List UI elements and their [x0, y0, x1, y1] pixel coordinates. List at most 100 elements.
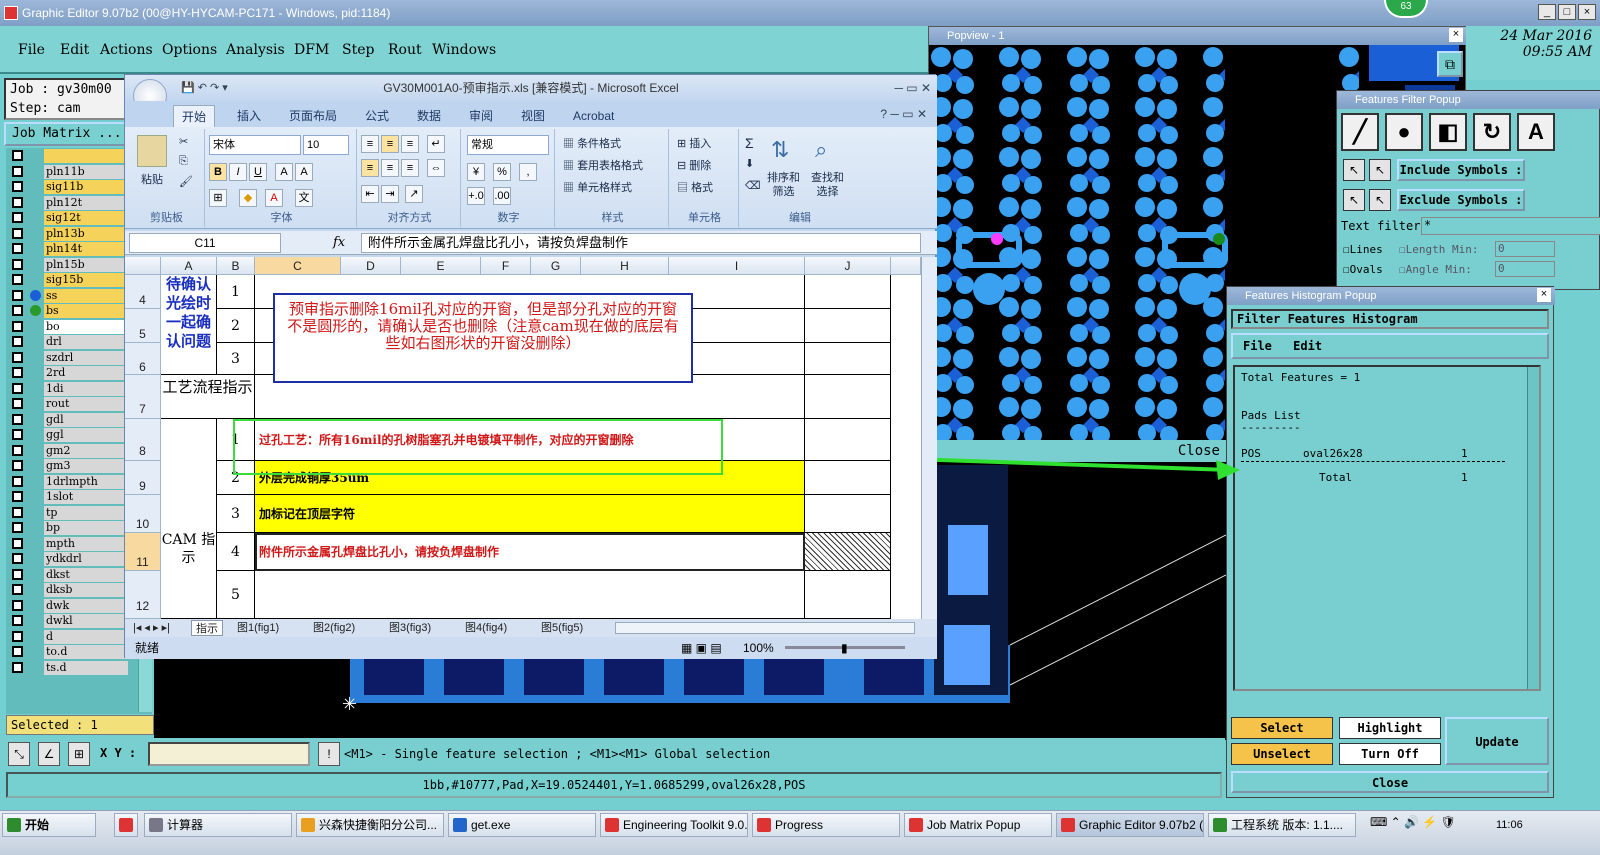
- layer-checkbox[interactable]: [12, 320, 23, 332]
- menu-edit[interactable]: Edit: [60, 42, 89, 58]
- delete-cells-button[interactable]: ⊟ 删除: [677, 157, 711, 173]
- row-header-12[interactable]: 12: [125, 571, 161, 619]
- number-format-select[interactable]: 常规: [467, 135, 549, 155]
- layer-checkbox[interactable]: [12, 336, 23, 347]
- col-header-a[interactable]: A: [161, 257, 217, 275]
- layer-checkbox[interactable]: [12, 413, 23, 425]
- xy-input[interactable]: [148, 742, 310, 766]
- sheet-vscroll[interactable]: [921, 257, 937, 619]
- col-header-f[interactable]: F: [481, 257, 531, 275]
- merge-icon[interactable]: ⇔: [427, 159, 445, 177]
- layer-checkbox[interactable]: [12, 258, 23, 270]
- layer-name[interactable]: drl: [44, 335, 128, 349]
- col-header-k[interactable]: [891, 257, 921, 275]
- layer-name[interactable]: dwk: [44, 598, 128, 613]
- clear-icon[interactable]: ⌫: [745, 179, 761, 192]
- layer-name[interactable]: dkst: [44, 567, 128, 582]
- paste-label[interactable]: 粘贴: [141, 171, 163, 187]
- layer-name[interactable]: pln13b: [44, 226, 128, 241]
- layer-name[interactable]: ggl: [44, 428, 128, 442]
- layer-checkbox[interactable]: [12, 584, 23, 595]
- layer-checkbox[interactable]: [12, 599, 23, 611]
- layer-checkbox[interactable]: [12, 444, 23, 456]
- ovals-checkbox[interactable]: ☐Ovals: [1343, 263, 1383, 276]
- include-symbols-label[interactable]: Include Symbols :: [1397, 159, 1525, 181]
- col-header-j[interactable]: J: [805, 257, 891, 275]
- include-arrow-icon[interactable]: ↖: [1343, 159, 1365, 181]
- find-select-icon[interactable]: ⌕: [815, 137, 827, 163]
- currency-icon[interactable]: ¥: [467, 163, 485, 181]
- layer-name[interactable]: pln12t: [44, 195, 128, 210]
- surface-filter-icon[interactable]: ◧: [1429, 113, 1467, 151]
- fill-icon[interactable]: ⬇: [745, 157, 754, 170]
- layer-name[interactable]: ydkdrl: [44, 552, 128, 566]
- text-filter-icon[interactable]: A: [1517, 113, 1555, 151]
- cell-j4[interactable]: [805, 275, 891, 309]
- layer-checkbox[interactable]: [12, 475, 23, 487]
- task-calculator[interactable]: 计算器: [144, 813, 292, 837]
- layer-name[interactable]: 2rd: [44, 366, 128, 380]
- layer-name[interactable]: 1drlmpth: [44, 474, 128, 489]
- layer-checkbox[interactable]: [12, 305, 23, 316]
- layer-checkbox[interactable]: [12, 429, 23, 440]
- col-header-b[interactable]: B: [217, 257, 255, 275]
- font-color-icon[interactable]: A: [265, 189, 283, 207]
- turn-off-button[interactable]: Turn Off: [1339, 743, 1441, 765]
- arc-filter-icon[interactable]: ↻: [1473, 113, 1511, 151]
- layer-name[interactable]: szdrl: [44, 350, 128, 365]
- exclude-arrow2-icon[interactable]: ↖: [1369, 189, 1391, 211]
- format-cells-button[interactable]: ▤ 格式: [677, 179, 713, 195]
- insert-cells-button[interactable]: ⊞ 插入: [677, 135, 711, 151]
- cell-j12[interactable]: [805, 571, 891, 619]
- italic-icon[interactable]: I: [229, 163, 247, 181]
- menu-options[interactable]: Options: [162, 42, 217, 58]
- layer-checkbox[interactable]: [12, 460, 23, 471]
- tab-insert[interactable]: 插入: [229, 105, 269, 127]
- row-header-10[interactable]: 10: [125, 495, 161, 533]
- hist-scrollbar[interactable]: [1527, 367, 1539, 689]
- layer-name[interactable]: sig11b: [44, 180, 128, 194]
- unselect-button[interactable]: Unselect: [1231, 743, 1333, 765]
- row-header-4[interactable]: 4: [125, 275, 161, 309]
- popview-tool-icon[interactable]: ⧉: [1437, 51, 1463, 77]
- tab-acrobat[interactable]: Acrobat: [565, 105, 622, 127]
- tab-review[interactable]: 审阅: [461, 105, 501, 127]
- layer-name[interactable]: 1slot: [44, 490, 128, 504]
- fill-color-icon[interactable]: ◆: [239, 189, 257, 207]
- paste-icon[interactable]: [137, 135, 167, 167]
- align-left-icon[interactable]: ≡: [361, 159, 379, 177]
- sheet-tab-2[interactable]: 图2(fig2): [309, 620, 359, 636]
- border-icon[interactable]: ⊞: [209, 189, 227, 207]
- decrease-decimal-icon[interactable]: .00: [493, 187, 511, 205]
- cell-c12[interactable]: [255, 571, 805, 619]
- layer-name[interactable]: sig12t: [44, 211, 128, 225]
- col-header-d[interactable]: D: [341, 257, 401, 275]
- exclude-symbols-label[interactable]: Exclude Symbols :: [1397, 189, 1525, 211]
- minimize-button[interactable]: _: [1538, 4, 1556, 20]
- update-button[interactable]: Update: [1445, 717, 1549, 765]
- task-graphic-editor[interactable]: Graphic Editor 9.07b2 (...: [1056, 813, 1204, 837]
- layer-name[interactable]: ss: [44, 288, 128, 303]
- cell-b6[interactable]: 3: [217, 343, 255, 375]
- layer-name[interactable]: to.d: [44, 645, 128, 659]
- layer-checkbox[interactable]: [12, 398, 23, 409]
- layer-name[interactable]: pln11b: [44, 164, 128, 179]
- menu-dfm[interactable]: DFM: [294, 42, 329, 58]
- cell-j8[interactable]: [805, 419, 891, 461]
- length-min-input[interactable]: 0: [1495, 241, 1555, 257]
- increase-indent-icon[interactable]: ⇥: [381, 185, 399, 203]
- cell-a7[interactable]: 工艺流程指示: [161, 375, 255, 419]
- popview-close-icon[interactable]: ×: [1449, 28, 1463, 42]
- cell-j5[interactable]: [805, 309, 891, 343]
- task-job-matrix[interactable]: Job Matrix Popup: [904, 813, 1052, 837]
- cell-j9[interactable]: [805, 461, 891, 495]
- sheet-hscroll[interactable]: [615, 622, 915, 634]
- task-get-exe[interactable]: get.exe: [448, 813, 596, 837]
- col-header-g[interactable]: G: [531, 257, 581, 275]
- layer-checkbox[interactable]: [12, 289, 23, 301]
- layer-checkbox[interactable]: [12, 243, 23, 254]
- decrease-indent-icon[interactable]: ⇤: [361, 185, 379, 203]
- cell-b11[interactable]: 4: [217, 533, 255, 571]
- line-filter-icon[interactable]: ╱: [1341, 113, 1379, 151]
- layer-checkbox[interactable]: [12, 568, 23, 580]
